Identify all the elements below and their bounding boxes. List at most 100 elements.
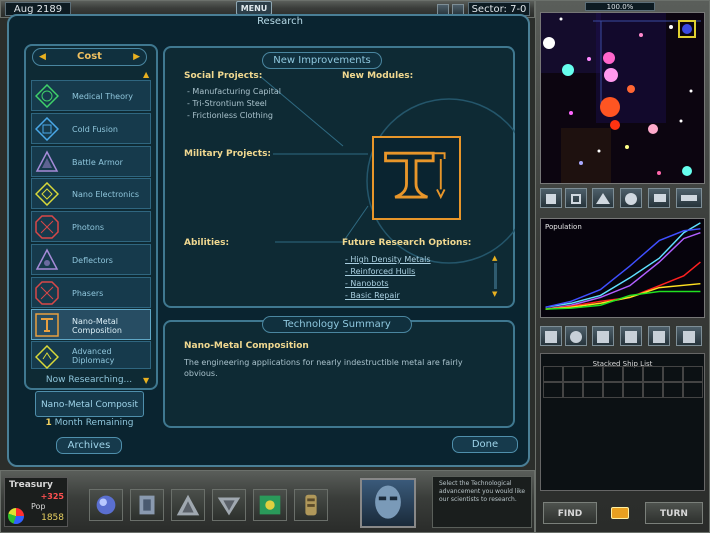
future-research-link[interactable]: - Basic Repair bbox=[345, 290, 431, 302]
tech-item-advanced-diplomacy[interactable]: Advanced Diplomacy bbox=[31, 341, 151, 369]
ship-slot[interactable] bbox=[683, 366, 703, 382]
ship-slot[interactable] bbox=[663, 382, 683, 398]
scroll-up-arrow-icon[interactable]: ▲ bbox=[143, 70, 149, 79]
empire-button[interactable] bbox=[294, 489, 328, 521]
troops-icon bbox=[570, 331, 582, 343]
archives-button[interactable]: Archives bbox=[56, 437, 122, 454]
planets-button[interactable] bbox=[89, 489, 123, 521]
ship-slot[interactable] bbox=[583, 382, 603, 398]
diplomat-button[interactable] bbox=[620, 188, 642, 208]
future-scroll-down-icon[interactable]: ▼ bbox=[492, 290, 497, 298]
colony-icon bbox=[654, 194, 666, 202]
ship-slot[interactable] bbox=[643, 382, 663, 398]
turn-button[interactable]: TURN bbox=[645, 502, 703, 524]
tech-label: Medical Theory bbox=[72, 92, 133, 101]
pop-label: Pop bbox=[31, 502, 46, 511]
minimap-stars bbox=[541, 13, 701, 183]
ship-slot[interactable] bbox=[603, 366, 623, 382]
constructor-button[interactable] bbox=[676, 188, 702, 208]
nano-electronics-icon bbox=[35, 182, 59, 206]
future-scroll-up-icon[interactable]: ▲ bbox=[492, 254, 497, 262]
zoom-display: 100.0% bbox=[585, 2, 655, 11]
tech-item-photons[interactable]: Photons bbox=[31, 211, 151, 242]
sensor-button[interactable] bbox=[592, 326, 614, 346]
ship-slot[interactable] bbox=[563, 366, 583, 382]
troops-button[interactable] bbox=[565, 326, 587, 346]
tech-label: Phasers bbox=[72, 289, 104, 298]
technology-summary-title: Technology Summary bbox=[262, 316, 412, 333]
sort-label: Cost bbox=[77, 51, 102, 62]
now-researching-label: Now Researching... bbox=[45, 375, 133, 385]
sort-right-arrow-icon[interactable]: ▶ bbox=[133, 49, 140, 65]
ship-view-button[interactable] bbox=[540, 326, 562, 346]
ship-slot[interactable] bbox=[583, 366, 603, 382]
fleet-icon bbox=[596, 193, 610, 204]
ship-slots bbox=[541, 366, 704, 398]
colony-button[interactable] bbox=[648, 188, 670, 208]
ship-slot[interactable] bbox=[603, 382, 623, 398]
research-window-title: Research bbox=[257, 16, 303, 27]
tech-item-phasers[interactable]: Phasers bbox=[31, 277, 151, 308]
summary-tech-name: Nano-Metal Composition bbox=[184, 341, 309, 351]
weapons-icon bbox=[653, 331, 665, 343]
tech-item-nano-metal-composition[interactable]: Nano-Metal Composition bbox=[31, 309, 151, 340]
battle-armor-icon bbox=[35, 150, 59, 172]
diplomacy-button[interactable] bbox=[212, 489, 246, 521]
tech-label: Deflectors bbox=[72, 256, 113, 265]
galaxy-map-button[interactable] bbox=[253, 489, 287, 521]
menu-button[interactable]: MENU bbox=[236, 1, 272, 15]
engine-button[interactable] bbox=[676, 326, 702, 346]
future-research-label: Future Research Options: bbox=[342, 238, 472, 248]
tech-item-deflectors[interactable]: Deflectors bbox=[31, 244, 151, 275]
galaxy-icon bbox=[259, 495, 281, 515]
planet-focus-button[interactable] bbox=[540, 188, 562, 208]
starbase-button[interactable] bbox=[565, 188, 587, 208]
weapons-button[interactable] bbox=[648, 326, 670, 346]
tech-label: Advanced Diplomacy bbox=[72, 347, 115, 365]
ship-slot[interactable] bbox=[623, 382, 643, 398]
galaxy-minimap[interactable] bbox=[540, 12, 705, 184]
future-research-link[interactable]: - High Density Metals bbox=[345, 254, 431, 266]
tech-item-medical-theory[interactable]: Medical Theory bbox=[31, 80, 151, 111]
scroll-down-arrow-icon[interactable]: ▼ bbox=[143, 376, 149, 385]
ship-slot[interactable] bbox=[643, 366, 663, 382]
ship-slot[interactable] bbox=[663, 366, 683, 382]
cold-fusion-icon bbox=[35, 117, 59, 141]
tech-item-cold-fusion[interactable]: Cold Fusion bbox=[31, 113, 151, 144]
future-research-link[interactable]: - Nanobots bbox=[345, 278, 431, 290]
sort-left-arrow-icon[interactable]: ◀ bbox=[39, 49, 46, 65]
population-lines bbox=[545, 222, 701, 310]
future-scroll-track[interactable] bbox=[494, 263, 497, 289]
tech-label: Nano Electronics bbox=[72, 190, 139, 199]
advisor-message: Select the Technological advancement you… bbox=[439, 480, 526, 503]
planet-focus-icon bbox=[546, 194, 556, 204]
current-project-name: Nano-Metal Composit bbox=[40, 400, 139, 410]
cargo-icon bbox=[625, 331, 637, 343]
ship-slot[interactable] bbox=[683, 382, 703, 398]
nano-metal-icon bbox=[35, 313, 59, 337]
sort-selector[interactable]: ◀ Cost ▶ bbox=[32, 48, 147, 66]
military-projects-label: Military Projects: bbox=[184, 149, 272, 159]
find-button[interactable]: FIND bbox=[543, 502, 597, 524]
social-project-item: - Frictionless Clothing bbox=[187, 111, 273, 120]
months-remaining: 1 Month Remaining bbox=[35, 418, 144, 428]
deflectors-icon bbox=[35, 248, 59, 270]
research-button[interactable] bbox=[171, 489, 205, 521]
ships-button[interactable] bbox=[130, 489, 164, 521]
tech-label: Nano-Metal Composition bbox=[72, 316, 122, 335]
empire-icon bbox=[305, 494, 317, 516]
done-button[interactable]: Done bbox=[452, 436, 518, 453]
medical-theory-icon bbox=[35, 84, 59, 108]
fleet-button[interactable] bbox=[592, 188, 614, 208]
future-research-link[interactable]: - Reinforced Hulls bbox=[345, 266, 431, 278]
ship-slot[interactable] bbox=[543, 366, 563, 382]
tech-item-battle-armor[interactable]: Battle Armor bbox=[31, 146, 151, 177]
diplomat-icon bbox=[625, 193, 637, 205]
tech-item-nano-electronics[interactable]: Nano Electronics bbox=[31, 178, 151, 209]
ship-slot[interactable] bbox=[543, 382, 563, 398]
advisor-message-box: Select the Technological advancement you… bbox=[432, 476, 532, 528]
ship-slot[interactable] bbox=[623, 366, 643, 382]
ship-slot[interactable] bbox=[563, 382, 583, 398]
months-count: 1 bbox=[45, 418, 52, 428]
cargo-button[interactable] bbox=[620, 326, 642, 346]
